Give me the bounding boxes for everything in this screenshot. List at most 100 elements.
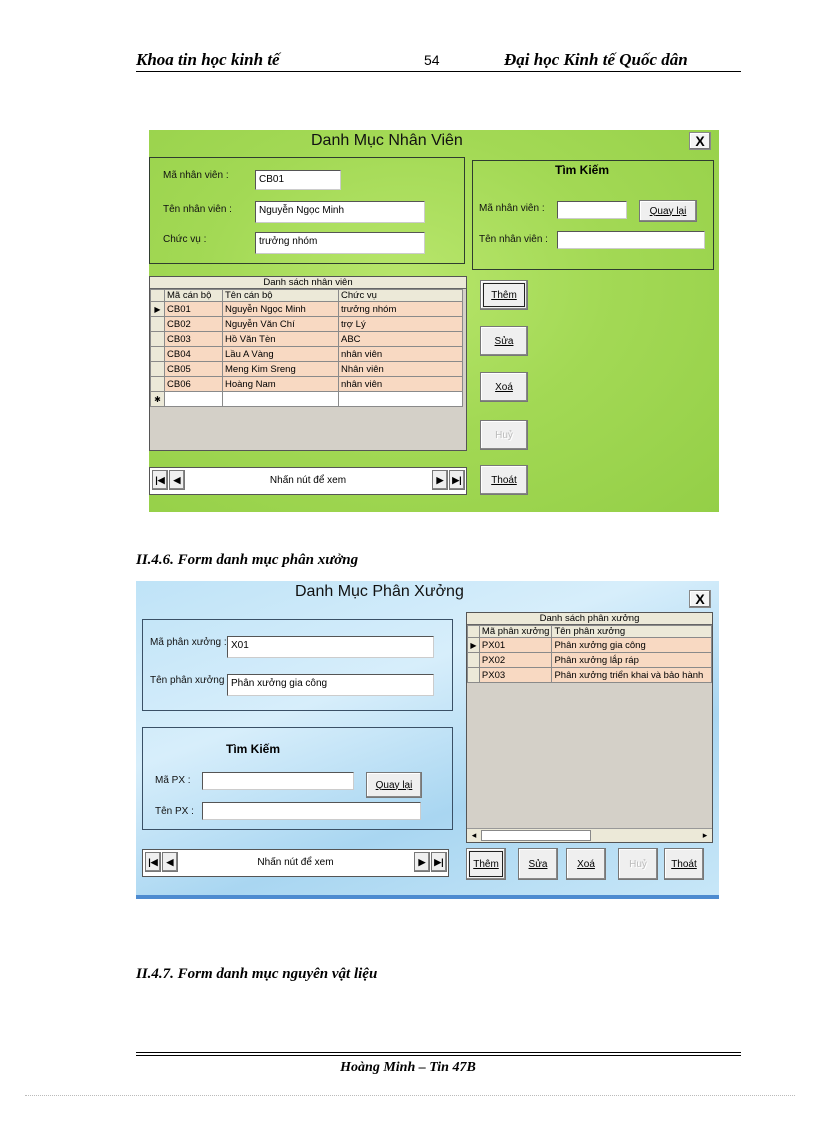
table-cell[interactable]: ABC [338, 331, 463, 347]
row-selector[interactable] [150, 316, 165, 332]
exit-button[interactable]: Thoát [480, 465, 528, 495]
row-selector[interactable] [467, 667, 480, 683]
edit-button[interactable]: Sửa [518, 848, 558, 880]
table-cell[interactable]: Hồ Văn Tèn [222, 331, 339, 347]
table-cell[interactable] [338, 391, 463, 407]
table-row[interactable]: ▶ CB01 Nguyễn Ngọc Minh trưởng nhóm [150, 301, 463, 317]
edit-button[interactable]: Sửa [480, 326, 528, 356]
table-row[interactable]: CB04 Lầu A Vàng nhân viên [150, 346, 463, 362]
table-cell[interactable]: CB04 [164, 346, 223, 362]
footer-author: Hoàng Minh – Tin 47B [340, 1060, 476, 1075]
back-button[interactable]: Quay lại [366, 772, 422, 798]
employee-form-screenshot: Danh Mục Nhân Viên X Mã nhân viên : CB01… [149, 130, 719, 512]
table-row[interactable]: PX02 Phân xưởng lắp ráp [467, 652, 712, 668]
footer-rule [136, 1055, 741, 1056]
workshop-id-label: Mã phân xưởng : [150, 637, 227, 648]
table-row[interactable]: CB03 Hồ Văn Tèn ABC [150, 331, 463, 347]
table-cell[interactable] [164, 391, 223, 407]
table-cell[interactable]: PX03 [478, 667, 553, 683]
table-cell[interactable]: Phân xưởng triển khai và bảo hành [551, 667, 712, 683]
search-title: Tìm Kiếm [226, 742, 281, 756]
close-button[interactable]: X [689, 132, 711, 150]
workshop-form-screenshot: Danh Mục Phân Xưởng X Mã phân xưởng : X0… [136, 581, 719, 899]
table-cell[interactable]: PX01 [478, 637, 553, 653]
table-row[interactable]: CB05 Meng Kim Sreng Nhân viên [150, 361, 463, 377]
table-cell[interactable]: CB03 [164, 331, 223, 347]
row-selector[interactable] [150, 361, 165, 377]
cancel-button[interactable]: Huỷ [480, 420, 528, 450]
add-button[interactable]: Thêm [480, 280, 528, 310]
prev-record-button[interactable]: ◀ [162, 852, 178, 872]
row-selector[interactable] [150, 376, 165, 392]
search-name-label: Tên PX : [155, 806, 194, 817]
table-row[interactable]: PX03 Phân xưởng triển khai và bảo hành [467, 667, 712, 683]
add-button[interactable]: Thêm [466, 848, 506, 880]
table-cell[interactable]: nhân viên [338, 376, 463, 392]
first-record-button[interactable]: |◀ [145, 852, 161, 872]
table-cell[interactable]: Lầu A Vàng [222, 346, 339, 362]
table-cell[interactable]: trợ Lý [338, 316, 463, 332]
search-id-input[interactable] [557, 201, 627, 219]
last-record-button[interactable]: ▶| [431, 852, 447, 872]
workshop-name-input[interactable]: Phân xưởng gia công [227, 674, 434, 696]
table-cell[interactable]: CB02 [164, 316, 223, 332]
search-name-input[interactable] [202, 802, 421, 820]
employee-id-label: Mã nhân viên : [163, 170, 229, 181]
row-selector[interactable] [150, 346, 165, 362]
delete-button[interactable]: Xoá [480, 372, 528, 402]
table-cell[interactable] [222, 391, 339, 407]
navigator-text: Nhấn nút để xem [257, 857, 334, 868]
table-cell[interactable]: Nhân viên [338, 361, 463, 377]
header-right: Đại học Kinh tế Quốc dân [504, 50, 688, 69]
cancel-button[interactable]: Huỷ [618, 848, 658, 880]
table-cell[interactable]: trưởng nhóm [338, 301, 463, 317]
employee-id-input[interactable]: CB01 [255, 170, 341, 190]
employee-name-input[interactable]: Nguyễn Ngọc Minh [255, 201, 425, 223]
back-button[interactable]: Quay lại [639, 200, 697, 222]
first-record-button[interactable]: |◀ [152, 470, 168, 490]
table-row[interactable]: CB02 Nguyễn Văn Chí trợ Lý [150, 316, 463, 332]
workshop-id-input[interactable]: X01 [227, 636, 434, 658]
scrollbar-thumb[interactable] [481, 830, 591, 841]
header-rule [136, 71, 741, 72]
employee-table: Mã cán bộ Tên cán bộ Chức vụ ▶ CB01 Nguy… [150, 289, 463, 407]
table-row[interactable]: ▶ PX01 Phân xưởng gia công [467, 637, 712, 653]
search-id-input[interactable] [202, 772, 354, 790]
close-button[interactable]: X [689, 590, 711, 608]
next-record-button[interactable]: ▶ [432, 470, 448, 490]
row-selector[interactable] [150, 331, 165, 347]
row-selector[interactable] [467, 652, 480, 668]
table-cell[interactable]: Meng Kim Sreng [222, 361, 339, 377]
table-cell[interactable]: Phân xưởng lắp ráp [551, 652, 712, 668]
row-selector-header [467, 625, 480, 638]
table-cell[interactable]: Phân xưởng gia công [551, 637, 712, 653]
workshop-table: Mã phân xưởng Tên phân xưởng ▶ PX01 Phân… [467, 625, 712, 683]
table-cell[interactable]: nhân viên [338, 346, 463, 362]
current-row-marker: ▶ [150, 301, 165, 317]
last-record-button[interactable]: ▶| [449, 470, 465, 490]
table-cell[interactable]: CB06 [164, 376, 223, 392]
scroll-left-arrow-icon[interactable]: ◂ [468, 829, 480, 841]
prev-record-button[interactable]: ◀ [169, 470, 185, 490]
delete-button[interactable]: Xoá [566, 848, 606, 880]
table-cell[interactable]: CB05 [164, 361, 223, 377]
workshop-name-label: Tên phân xưởng : [150, 675, 230, 686]
workshop-grid[interactable]: Danh sách phân xưởng Mã phân xưởng Tên p… [466, 612, 713, 843]
table-cell[interactable]: CB01 [164, 301, 223, 317]
employee-grid[interactable]: Danh sách nhân viên Mã cán bộ Tên cán bộ… [149, 276, 467, 451]
position-input[interactable]: trưởng nhóm [255, 232, 425, 254]
table-cell[interactable]: Hoàng Nam [222, 376, 339, 392]
search-name-input[interactable] [557, 231, 705, 249]
table-row[interactable]: CB06 Hoàng Nam nhân viên [150, 376, 463, 392]
table-cell[interactable]: Nguyễn Ngọc Minh [222, 301, 339, 317]
table-cell[interactable]: PX02 [478, 652, 553, 668]
row-selector-header [150, 289, 165, 302]
horizontal-scrollbar[interactable]: ◂ ▸ [467, 828, 712, 842]
scroll-right-arrow-icon[interactable]: ▸ [699, 829, 711, 841]
record-navigator: Nhấn nút để xem |◀ ◀ ▶ ▶| [142, 849, 449, 877]
footer-rule [136, 1052, 741, 1053]
table-cell[interactable]: Nguyễn Văn Chí [222, 316, 339, 332]
new-row[interactable]: ✱ [150, 391, 463, 407]
exit-button[interactable]: Thoát [664, 848, 704, 880]
next-record-button[interactable]: ▶ [414, 852, 430, 872]
